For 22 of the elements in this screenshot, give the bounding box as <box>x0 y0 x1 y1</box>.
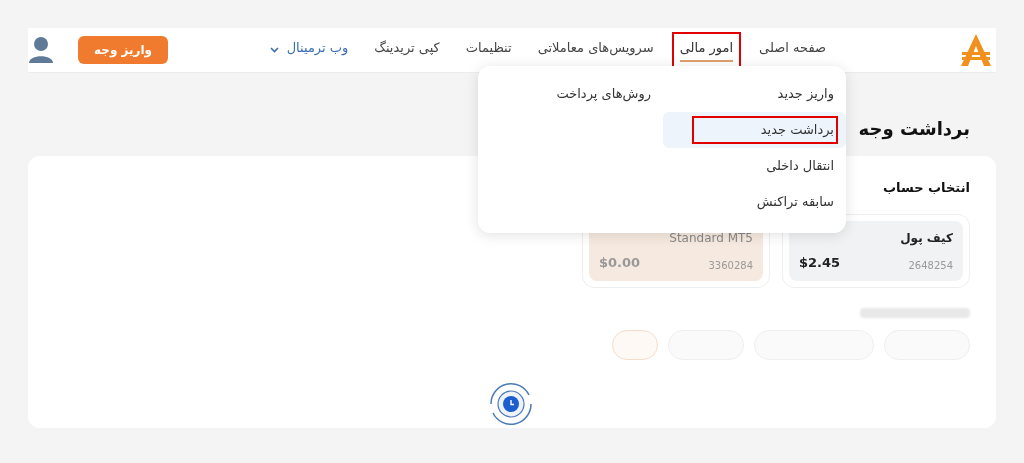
nav-link[interactable]: صفحه اصلی <box>751 32 834 68</box>
nav-link[interactable]: سرویس‌های معاملاتی <box>529 32 662 68</box>
menu-item[interactable]: سابقه تراکنش <box>663 184 846 220</box>
nav-link[interactable]: کپی تریدینگ <box>366 32 448 68</box>
page-title: برداشت وجه <box>858 117 970 142</box>
chevron-down-icon <box>269 47 279 53</box>
account-number: 3360284 <box>708 258 753 273</box>
nav-dropdown[interactable]: وب ترمینال <box>261 32 357 68</box>
nav-link[interactable]: تنظیمات <box>457 32 520 68</box>
menu-item[interactable]: انتقال داخلی <box>663 148 846 184</box>
account-number: 2648254 <box>908 258 953 273</box>
blurred-chip <box>612 329 658 360</box>
menu-item[interactable]: روش‌های پرداخت <box>480 76 663 112</box>
user-avatar-icon[interactable] <box>28 36 54 64</box>
account-name: کیف پول <box>899 229 953 247</box>
account-balance: $2.45 <box>799 254 841 272</box>
menu-item[interactable]: برداشت جدید <box>663 112 846 148</box>
logo-icon <box>960 33 992 67</box>
menu-item[interactable]: واریز جدید <box>663 76 846 112</box>
account-name: Standard MT5 <box>668 229 753 247</box>
account-balance: $0.00 <box>599 254 641 272</box>
section-title: انتخاب حساب <box>882 179 970 197</box>
